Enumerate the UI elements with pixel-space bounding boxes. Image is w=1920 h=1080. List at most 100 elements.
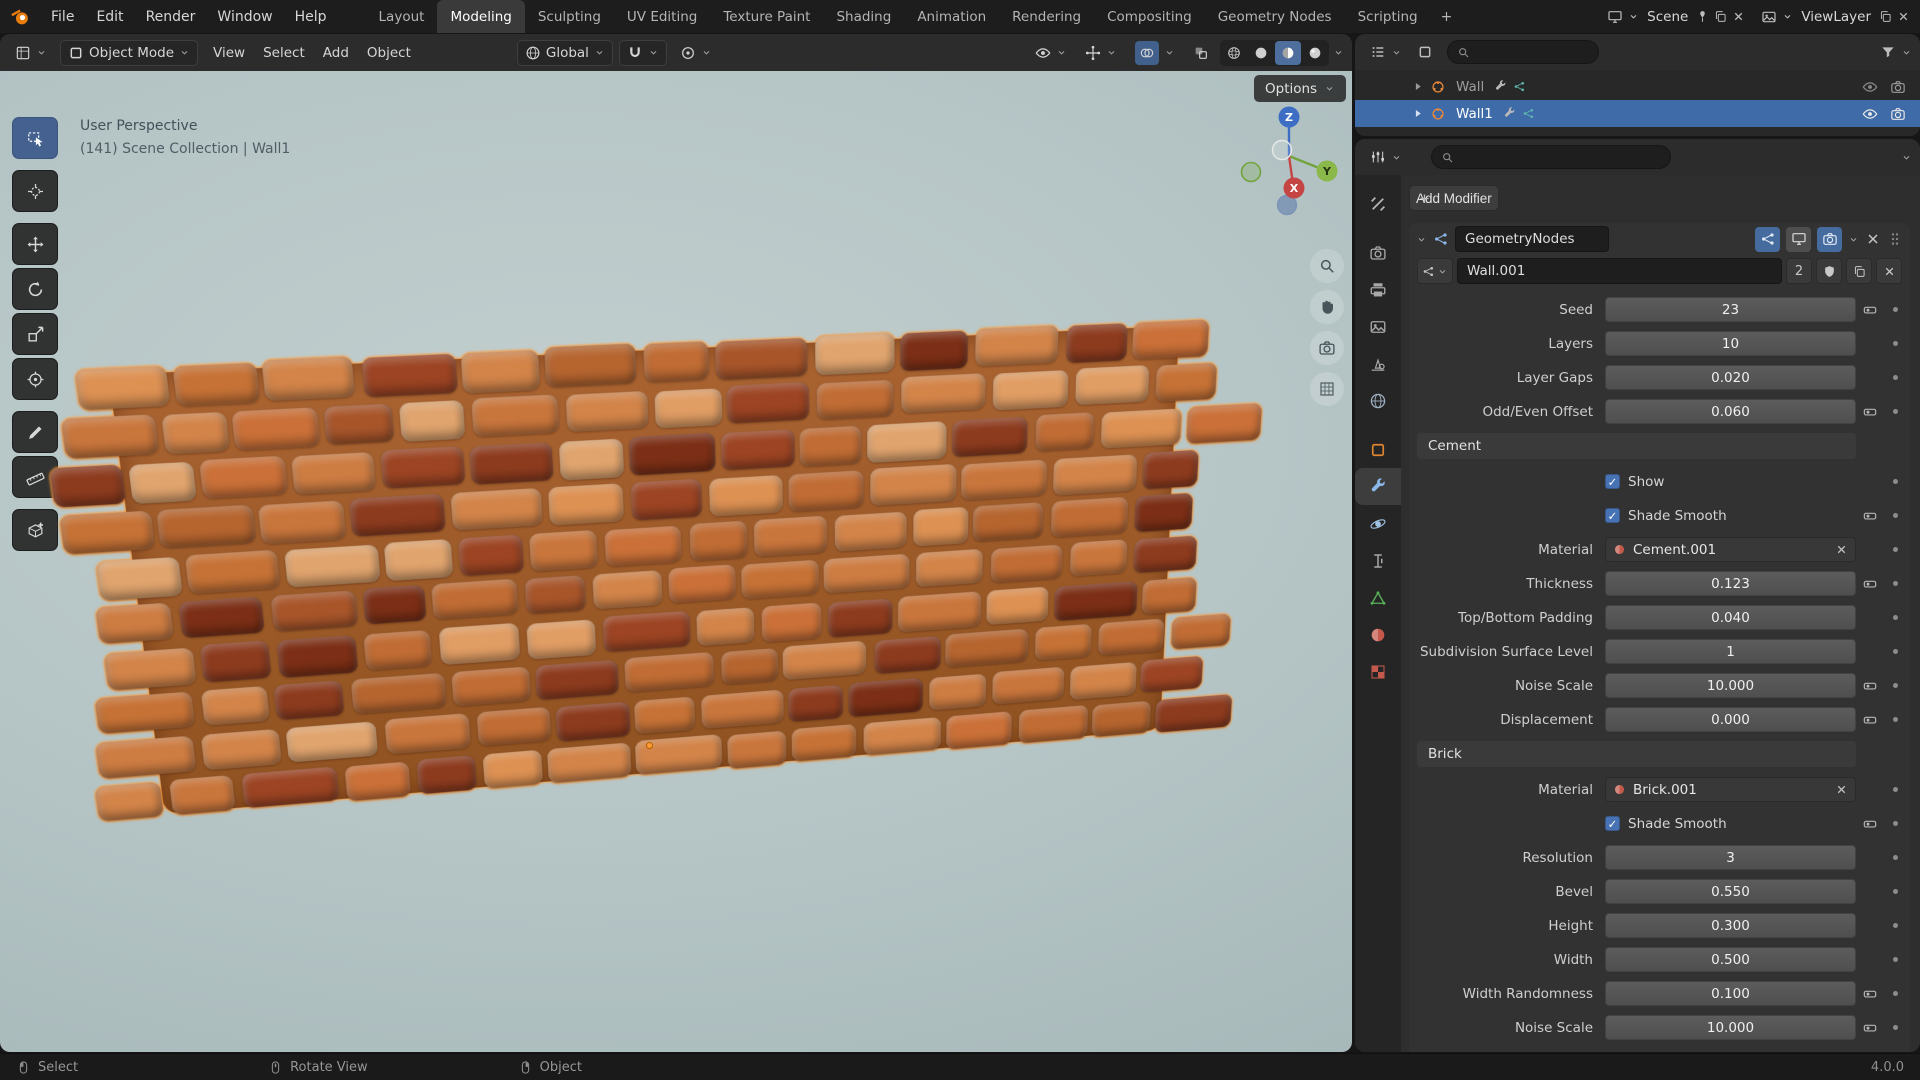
scene-selector[interactable]: Scene (1607, 9, 1745, 25)
workspace-tab-geometry-nodes[interactable]: Geometry Nodes (1205, 0, 1345, 33)
tool-transform[interactable] (12, 358, 58, 400)
field-resolution[interactable]: 3 (1605, 845, 1856, 870)
properties-search[interactable] (1431, 145, 1671, 169)
nav-pan-hand[interactable] (1310, 290, 1344, 324)
properties-tab-render[interactable] (1355, 234, 1401, 271)
copy-icon[interactable] (1714, 10, 1727, 23)
copy-icon[interactable] (1879, 10, 1892, 23)
checkbox-shade-smooth[interactable] (1605, 508, 1620, 523)
tool-cursor[interactable] (12, 170, 58, 212)
decorator-dot[interactable] (1893, 923, 1898, 928)
editor-type-button[interactable] (1363, 144, 1409, 170)
drag-handle-icon[interactable] (1887, 231, 1903, 247)
field-bevel[interactable]: 0.550 (1605, 879, 1856, 904)
field-subdivision-surface-level[interactable]: 1 (1605, 639, 1856, 664)
open-node-editor-button[interactable] (1755, 227, 1780, 252)
menu-window[interactable]: Window (206, 0, 283, 33)
decorator-dot[interactable] (1893, 821, 1898, 826)
field-height[interactable]: 0.300 (1605, 913, 1856, 938)
field-thickness[interactable]: 0.123 (1605, 571, 1856, 596)
properties-tab-physics[interactable] (1355, 505, 1401, 542)
workspace-tab-shading[interactable]: Shading (823, 0, 904, 33)
shading-material-preview[interactable] (1275, 41, 1301, 65)
shading-wireframe-shading[interactable] (1221, 41, 1247, 65)
expand-icon[interactable] (1411, 107, 1424, 120)
tool-scale[interactable] (12, 313, 58, 355)
properties-tab-object[interactable] (1355, 431, 1401, 468)
remove-modifier-icon[interactable] (1865, 231, 1881, 247)
add-workspace-button[interactable]: + (1431, 0, 1463, 33)
properties-tab-world[interactable] (1355, 382, 1401, 419)
unlink-material-button[interactable] (1835, 543, 1848, 556)
decorator-dot[interactable] (1893, 307, 1898, 312)
decorator-dot[interactable] (1893, 581, 1898, 586)
decorator-dot[interactable] (1893, 375, 1898, 380)
decorator-dot[interactable] (1893, 615, 1898, 620)
field-noise-scale[interactable]: 10.000 (1605, 1015, 1856, 1040)
outliner-search[interactable] (1447, 40, 1599, 64)
decorator-dot[interactable] (1893, 1025, 1898, 1030)
overlays-toggle[interactable] (1135, 41, 1159, 65)
attribute-toggle-button[interactable] (1862, 576, 1878, 592)
editor-type-button[interactable] (8, 40, 54, 66)
fake-user-button[interactable] (1816, 258, 1842, 284)
field-layers[interactable]: 10 (1605, 331, 1856, 356)
gizmos-dropdown[interactable] (1078, 40, 1124, 66)
close-icon[interactable] (1732, 10, 1745, 23)
nav-camera-view[interactable] (1310, 331, 1344, 365)
properties-tab-modifiers[interactable] (1355, 468, 1401, 505)
shading-rendered-shading[interactable] (1302, 41, 1328, 65)
proportional-editing-toggle[interactable] (673, 40, 719, 66)
overlays-dropdown[interactable] (1128, 40, 1182, 66)
xray-toggle[interactable] (1186, 40, 1216, 66)
properties-tab-tool[interactable] (1355, 185, 1401, 222)
shading-dropdown-icon[interactable] (1333, 47, 1344, 58)
mode-selector[interactable]: Object Mode (60, 40, 198, 66)
attribute-toggle-button[interactable] (1862, 404, 1878, 420)
properties-tab-material[interactable] (1355, 616, 1401, 653)
field-odd-even-offset[interactable]: 0.060 (1605, 399, 1856, 424)
properties-tab-scene[interactable] (1355, 345, 1401, 382)
menu-edit[interactable]: Edit (85, 0, 134, 33)
workspace-tab-layout[interactable]: Layout (366, 0, 438, 33)
close-icon[interactable] (1897, 10, 1910, 23)
checkbox-show[interactable] (1605, 474, 1620, 489)
chevron-down-icon[interactable] (1901, 152, 1912, 163)
unlink-material-button[interactable] (1835, 783, 1848, 796)
menu-file[interactable]: File (40, 0, 85, 33)
field-seed[interactable]: 23 (1605, 297, 1856, 322)
nav-zoom[interactable] (1310, 249, 1344, 283)
workspace-tab-rendering[interactable]: Rendering (999, 0, 1094, 33)
add-modifier-button[interactable]: Add Modifier (1409, 185, 1499, 211)
pin-icon[interactable] (1696, 10, 1709, 23)
nav-orthographic-grid[interactable] (1310, 372, 1344, 406)
visibility-dropdown[interactable] (1028, 40, 1074, 66)
attribute-toggle-button[interactable] (1862, 986, 1878, 1002)
editor-type-button[interactable] (1363, 39, 1409, 65)
users-count-button[interactable]: 2 (1786, 258, 1812, 284)
tool-rotate[interactable] (12, 268, 58, 310)
workspace-tab-animation[interactable]: Animation (904, 0, 999, 33)
attribute-toggle-button[interactable] (1862, 302, 1878, 318)
viewlayer-selector[interactable]: ViewLayer (1761, 9, 1910, 25)
checkbox-shade-smooth[interactable] (1605, 816, 1620, 831)
browse-node-group-button[interactable] (1417, 258, 1453, 284)
decorator-dot[interactable] (1893, 649, 1898, 654)
subpanel-header-cement[interactable]: Cement (1417, 433, 1856, 459)
outliner-item-wall[interactable]: Wall (1355, 73, 1920, 100)
decorator-dot[interactable] (1893, 855, 1898, 860)
workspace-tab-scripting[interactable]: Scripting (1345, 0, 1431, 33)
attribute-toggle-button[interactable] (1862, 1020, 1878, 1036)
disable-in-renders-toggle[interactable] (1890, 106, 1906, 122)
attribute-toggle-button[interactable] (1862, 678, 1878, 694)
workspace-tab-sculpting[interactable]: Sculpting (525, 0, 614, 33)
axis-neg-y[interactable] (1242, 163, 1261, 182)
node-group-name-field[interactable]: Wall.001 (1457, 258, 1782, 284)
decorator-dot[interactable] (1893, 787, 1898, 792)
display-realtime-toggle[interactable] (1786, 227, 1811, 252)
decorator-dot[interactable] (1893, 717, 1898, 722)
tool-select-box[interactable] (12, 117, 58, 159)
decorator-dot[interactable] (1893, 957, 1898, 962)
properties-tab-texture[interactable] (1355, 653, 1401, 690)
menu-render[interactable]: Render (135, 0, 207, 33)
